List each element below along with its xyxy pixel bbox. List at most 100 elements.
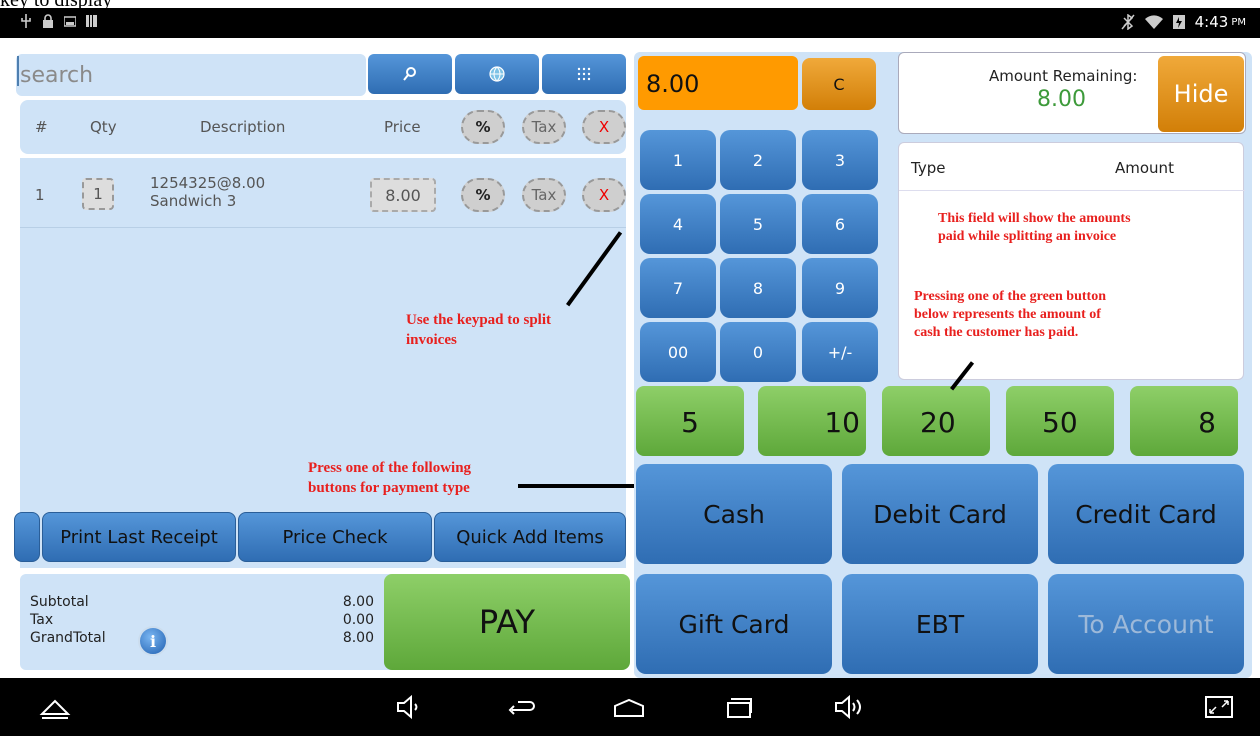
cash-10-button[interactable]: 10 (758, 386, 866, 456)
price-check-button[interactable]: Price Check (238, 512, 432, 562)
pos-app: # Qty Description Price % Tax X 1 1 1254… (0, 38, 1260, 678)
payment-annotation-line2: buttons for payment type (308, 480, 470, 496)
cash-5-button[interactable]: 5 (636, 386, 744, 456)
payments-header: Type Amount (899, 143, 1245, 191)
cash-8-button[interactable]: 8 (1130, 386, 1238, 456)
print-last-receipt-button[interactable]: Print Last Receipt (42, 512, 236, 562)
clear-button[interactable]: C (802, 58, 876, 110)
totals-panel: Subtotal 8.00 Tax 0.00 GrandTotal 8.00 i… (20, 574, 630, 670)
key-9[interactable]: 9 (802, 258, 878, 318)
to-account-button[interactable]: To Account (1048, 574, 1244, 674)
table-row[interactable]: 1 1 1254325@8.00 Sandwich 3 8.00 % Tax X (20, 158, 626, 228)
payments-type-header: Type (911, 159, 946, 177)
grid-icon (577, 67, 591, 81)
amount-remaining-label: Amount Remaining: (989, 67, 1138, 85)
cash-50-button[interactable]: 50 (1006, 386, 1114, 456)
lock-icon (43, 14, 53, 28)
green-annotation-line2: below represents the amount of (914, 307, 1101, 322)
screen: key to display 4:43 PM (0, 0, 1260, 736)
quick-scroll-left[interactable] (14, 512, 40, 562)
gift-card-button[interactable]: Gift Card (636, 574, 832, 674)
battery-icon (1172, 15, 1185, 29)
key-plus-minus[interactable]: +/- (802, 322, 878, 382)
barcode-button[interactable] (542, 54, 626, 94)
search-input[interactable] (20, 59, 320, 91)
up-arrow-icon[interactable] (38, 692, 72, 722)
volume-up-icon[interactable] (832, 692, 866, 722)
subtotal-value: 8.00 (342, 594, 374, 610)
green-annotation-line1: Pressing one of the green button (914, 289, 1106, 304)
grandtotal-value: 8.00 (342, 630, 374, 646)
row-delete-button[interactable]: X (582, 178, 626, 212)
home-icon[interactable] (612, 692, 646, 722)
payment-annotation-line1: Press one of the following (308, 460, 472, 476)
field-annotation-line1: This field will show the amounts (938, 211, 1131, 226)
search-button[interactable] (368, 54, 452, 94)
green-annotation: Pressing one of the green button below r… (914, 288, 1106, 342)
key-1[interactable]: 1 (640, 130, 716, 190)
magnifier-icon (403, 67, 416, 81)
clock-time: 4:43 (1194, 13, 1229, 31)
grandtotal-label: GrandTotal (30, 630, 106, 646)
back-icon[interactable] (504, 692, 538, 722)
row-discount-button[interactable]: % (461, 178, 505, 212)
quick-add-items-button[interactable]: Quick Add Items (434, 512, 626, 562)
wifi-icon (1144, 15, 1163, 29)
credit-card-button[interactable]: Credit Card (1048, 464, 1244, 564)
items-header: # Qty Description Price % Tax X (20, 100, 626, 154)
key-8[interactable]: 8 (720, 258, 796, 318)
cash-20-button[interactable]: 20 (882, 386, 990, 456)
subtotal-label: Subtotal (30, 594, 89, 610)
keypad-annotation-line2: invoices (406, 332, 457, 348)
text-cursor (17, 56, 19, 86)
cash-payment-button[interactable]: Cash (636, 464, 832, 564)
search-bar (16, 54, 366, 96)
usb-icon (21, 14, 31, 28)
key-7[interactable]: 7 (640, 258, 716, 318)
header-price: Price (384, 118, 421, 136)
bluetooth-off-icon (1121, 14, 1135, 30)
header-tax-button[interactable]: Tax (522, 110, 566, 144)
row-tax-button[interactable]: Tax (522, 178, 566, 212)
fullscreen-icon[interactable] (1202, 692, 1236, 722)
keypad-annotation: Use the keypad to split invoices (406, 310, 551, 350)
volume-down-icon[interactable] (392, 692, 426, 722)
key-0[interactable]: 0 (720, 322, 796, 382)
header-qty: Qty (90, 118, 117, 136)
info-icon[interactable]: i (138, 626, 168, 656)
key-5[interactable]: 5 (720, 194, 796, 254)
navigation-bar (0, 678, 1260, 736)
caption-text: key to display (0, 0, 112, 8)
payments-list: Type Amount (898, 142, 1245, 380)
globe-icon (489, 66, 505, 82)
clock-ampm: PM (1231, 16, 1246, 28)
keypad-display: 8.00 (638, 56, 798, 110)
key-6[interactable]: 6 (802, 194, 878, 254)
payments-amount-header: Amount (1115, 159, 1174, 177)
header-num: # (35, 118, 48, 136)
row-price[interactable]: 8.00 (370, 178, 436, 212)
key-4[interactable]: 4 (640, 194, 716, 254)
header-discount-button[interactable]: % (461, 110, 505, 144)
recents-icon[interactable] (722, 692, 756, 722)
row-num: 1 (35, 186, 45, 204)
debit-card-button[interactable]: Debit Card (842, 464, 1038, 564)
row-desc-line2: Sandwich 3 (150, 192, 237, 210)
barcode-icon (86, 15, 97, 27)
key-3[interactable]: 3 (802, 130, 878, 190)
browse-button[interactable] (455, 54, 539, 94)
key-00[interactable]: 00 (640, 322, 716, 382)
row-qty[interactable]: 1 (82, 178, 114, 210)
header-delete-button[interactable]: X (582, 110, 626, 144)
key-2[interactable]: 2 (720, 130, 796, 190)
pay-button[interactable]: PAY (384, 574, 630, 670)
ebt-button[interactable]: EBT (842, 574, 1038, 674)
keypad-annotation-line1: Use the keypad to split (406, 312, 552, 328)
header-description: Description (200, 118, 286, 136)
row-desc-line1: 1254325@8.00 (150, 174, 266, 192)
hide-button[interactable]: Hide (1158, 56, 1244, 132)
field-annotation: This field will show the amounts paid wh… (938, 210, 1131, 246)
green-annotation-line3: cash the customer has paid. (914, 325, 1079, 340)
status-bar: 4:43 PM (0, 8, 1260, 38)
tax-value: 0.00 (342, 612, 374, 628)
